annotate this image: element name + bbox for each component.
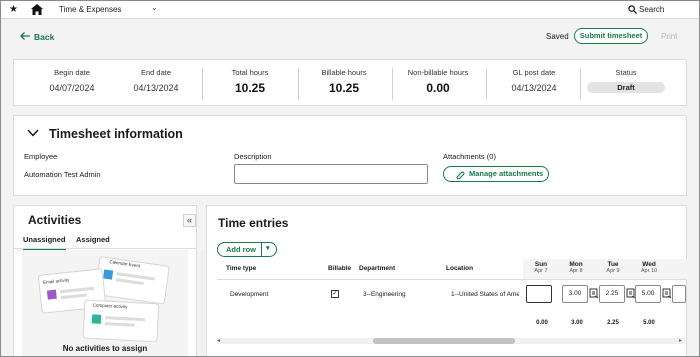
hours-input-mon[interactable]: 3.00 — [562, 285, 588, 303]
caret-down-icon[interactable]: ▾ — [266, 244, 270, 252]
gl-post-date-label: GL post date — [512, 68, 556, 77]
col-time-type[interactable]: Time type — [226, 265, 256, 272]
section-title: Timesheet information — [49, 127, 183, 141]
paperclip-icon — [456, 171, 465, 179]
billable-hours-label: Billable hours — [321, 68, 367, 77]
billable-checkbox[interactable]: ✓ — [331, 290, 339, 298]
time-entries-title: Time entries — [218, 216, 289, 230]
hours-input-wed[interactable]: 5.00 — [635, 285, 661, 303]
hours-input-tue[interactable]: 2.25 — [599, 285, 625, 303]
app-frame: ★ Time & Expenses ⌄ Search Back Saved Su… — [0, 0, 700, 357]
module-selector[interactable]: Time & Expenses — [59, 5, 121, 14]
timesheet-info-section: Timesheet information Employee Automatio… — [13, 115, 687, 196]
top-nav: ★ Time & Expenses ⌄ Search — [1, 1, 699, 19]
time-type-value[interactable]: Development — [230, 291, 268, 298]
activity-cards-icon: Calendar Event Email activity Computer a… — [38, 256, 170, 343]
arrow-left-icon — [20, 32, 30, 40]
tab-assigned[interactable]: Assigned — [76, 235, 110, 244]
col-department[interactable]: Department — [359, 265, 395, 272]
scrollbar-thumb[interactable] — [373, 338, 515, 344]
back-button[interactable]: Back — [20, 32, 54, 42]
button-separator — [261, 243, 262, 256]
billable-hours: Billable hours 10.25 — [296, 68, 392, 95]
begin-date: Begin date 04/07/2024 — [24, 68, 120, 93]
chevron-down-icon[interactable] — [27, 129, 39, 137]
end-date-value: 04/13/2024 — [133, 83, 179, 93]
nonbillable-hours-value: 0.00 — [426, 81, 450, 95]
total-tue: 2.25 — [607, 320, 619, 326]
tab-divider — [14, 248, 196, 249]
total-wed: 5.00 — [643, 320, 655, 326]
activities-title: Activities — [28, 213, 82, 227]
hours-input-sun[interactable] — [526, 285, 552, 303]
summary-card: Begin date 04/07/2024 End date 04/13/202… — [13, 59, 687, 106]
day-name: Mon — [569, 261, 583, 268]
hours-input-thu-partial[interactable] — [672, 285, 686, 303]
attachments-label: Attachments (0) — [443, 152, 496, 161]
nonbillable-hours: Non-billable hours 0.00 — [390, 68, 486, 95]
submit-timesheet-button[interactable]: Submit timesheet — [574, 28, 648, 44]
total-hours-value: 10.25 — [234, 81, 266, 95]
total-hours: Total hours 10.25 — [202, 68, 298, 95]
activities-scrollbar[interactable] — [200, 250, 205, 355]
note-icon[interactable] — [589, 288, 599, 299]
day-date: Apr 8 — [569, 268, 583, 274]
chevron-down-icon[interactable]: ⌄ — [151, 3, 158, 12]
day-header-tue: Tue Apr 9 — [600, 261, 626, 275]
manage-attachments-label: Manage attachments — [469, 169, 544, 178]
empty-state-message: No activities to assign — [62, 344, 148, 353]
double-chevron-left-icon: « — [186, 215, 192, 225]
back-label: Back — [34, 32, 55, 42]
scroll-right-icon[interactable]: ▸ — [679, 337, 682, 344]
nonbillable-hours-label: Non-billable hours — [407, 68, 469, 77]
day-name: Sun — [534, 261, 548, 268]
begin-date-label: Begin date — [54, 68, 90, 77]
department-value[interactable]: 3--Engineering — [363, 291, 406, 298]
day-header-wed: Wed Apr 10 — [636, 261, 662, 275]
col-billable[interactable]: Billable — [328, 265, 351, 272]
begin-date-value: 04/07/2024 — [49, 83, 95, 93]
note-icon[interactable] — [662, 288, 672, 299]
search-button[interactable]: Search — [628, 5, 665, 14]
search-label: Search — [639, 5, 665, 14]
add-row-button[interactable]: Add row ▾ — [217, 242, 277, 257]
status-badge: Draft — [587, 82, 665, 93]
status: Status Draft — [578, 68, 674, 93]
collapse-panel-button[interactable]: « — [183, 214, 196, 227]
manage-attachments-button[interactable]: Manage attachments — [443, 166, 549, 182]
billable-hours-value: 10.25 — [328, 81, 360, 95]
day-date: Apr 10 — [640, 268, 658, 274]
end-date: End date 04/13/2024 — [108, 68, 204, 93]
description-label: Description — [234, 152, 272, 161]
home-icon[interactable] — [31, 4, 43, 15]
col-location[interactable]: Location — [446, 265, 473, 272]
saved-status: Saved — [546, 32, 569, 41]
add-row-label: Add row — [226, 245, 256, 254]
employee-value: Automation Test Admin — [24, 170, 101, 179]
day-date: Apr 7 — [534, 268, 548, 274]
print-button[interactable]: Print — [661, 32, 677, 41]
day-header-mon: Mon Apr 8 — [563, 261, 589, 275]
header-divider — [217, 279, 687, 280]
activities-panel: Activities « Unassigned Assigned Calenda… — [13, 205, 205, 356]
end-date-label: End date — [140, 68, 172, 77]
gl-post-date-value: 04/13/2024 — [511, 83, 557, 93]
gl-post-date: GL post date 04/13/2024 — [486, 68, 582, 93]
time-entries-panel: Time entries Add row ▾ Time type Billabl… — [206, 205, 687, 356]
location-value[interactable]: 1--United States of Ame — [451, 291, 519, 298]
day-date: Apr 9 — [606, 268, 620, 274]
employee-label: Employee — [24, 152, 58, 161]
day-name: Tue — [607, 261, 619, 268]
status-label: Status — [615, 68, 637, 77]
empty-state-illustration: Calendar Event Email activity Computer a… — [22, 250, 188, 356]
total-hours-label: Total hours — [231, 68, 269, 77]
day-name: Wed — [642, 261, 656, 268]
day-header-sun: Sun Apr 7 — [528, 261, 554, 275]
scroll-left-icon[interactable]: ◂ — [217, 337, 220, 344]
search-icon — [628, 5, 637, 14]
total-mon: 3.00 — [571, 320, 583, 326]
description-input[interactable] — [234, 164, 428, 184]
star-icon[interactable]: ★ — [9, 4, 18, 15]
total-sun: 0.00 — [536, 320, 548, 326]
